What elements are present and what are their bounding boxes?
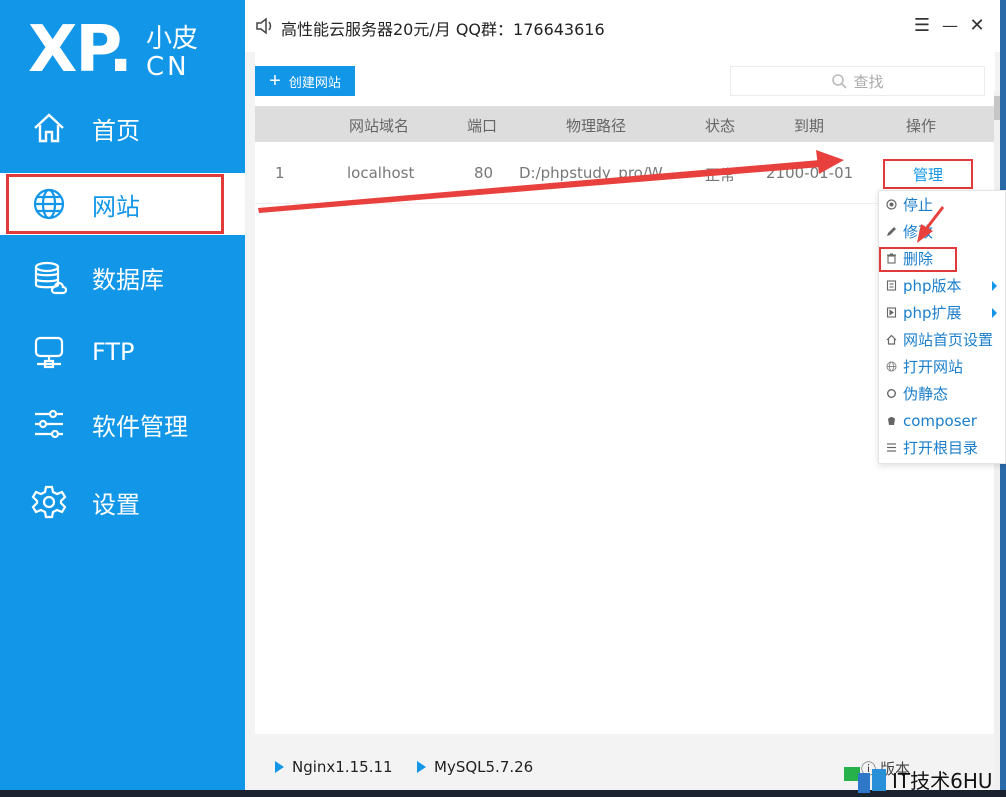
rewrite-icon bbox=[885, 388, 897, 400]
service-nginx[interactable]: Nginx1.15.11 bbox=[275, 758, 393, 776]
search-input[interactable]: 查找 bbox=[730, 66, 985, 96]
menu-item-stop[interactable]: 停止 bbox=[879, 191, 1005, 218]
menu-item-label: composer bbox=[903, 411, 977, 430]
sidebar-item-label: 软件管理 bbox=[92, 412, 188, 441]
sidebar: XP. 小皮 CN 首页 网站 数据库 FTP 软件管理 设置 bbox=[0, 0, 245, 790]
composer-icon bbox=[885, 415, 897, 427]
menu-item-label: 网站首页设置 bbox=[903, 331, 994, 349]
home-small-icon bbox=[885, 334, 897, 346]
menu-item-delete[interactable]: 删除 bbox=[879, 245, 1005, 272]
menu-button[interactable]: ☰ bbox=[911, 14, 933, 36]
row-status: 正常 bbox=[705, 166, 736, 184]
sidebar-item-software[interactable]: 软件管理 bbox=[0, 393, 245, 455]
logo-sub-bottom: CN bbox=[146, 52, 190, 82]
row-index: 1 bbox=[275, 164, 285, 182]
logo-main: XP. bbox=[28, 13, 133, 87]
row-domain: localhost bbox=[347, 164, 415, 182]
manage-dropdown-menu: 停止 修改 删除 php版本 php扩展 网站首页设置 打开网站 伪静态 com… bbox=[878, 190, 1006, 464]
sidebar-item-website[interactable]: 网站 bbox=[0, 173, 245, 235]
create-website-label: 创建网站 bbox=[288, 74, 341, 90]
logo-sub-top: 小皮 bbox=[146, 24, 199, 54]
database-icon bbox=[30, 258, 68, 296]
column-header: 端口 bbox=[467, 117, 498, 135]
play-icon bbox=[275, 761, 284, 773]
menu-item-label: php扩展 bbox=[903, 304, 962, 322]
play-icon bbox=[417, 761, 426, 773]
logo: XP. 小皮 CN bbox=[28, 14, 228, 86]
globe-icon bbox=[30, 185, 68, 223]
titlebar: 高性能云服务器20元/月 QQ群：176643616 ☰ — ✕ bbox=[245, 0, 1000, 52]
menu-item-php-extension[interactable]: php扩展 bbox=[879, 299, 1005, 326]
column-header: 物理路径 bbox=[566, 117, 627, 135]
sliders-icon bbox=[30, 405, 68, 443]
watermark: IT技术6HU bbox=[842, 762, 1006, 797]
row-expire: 2100-01-01 bbox=[766, 164, 854, 182]
sidebar-item-label: 数据库 bbox=[92, 265, 164, 294]
column-header: 网站域名 bbox=[349, 117, 410, 135]
service-mysql[interactable]: MySQL5.7.26 bbox=[417, 758, 533, 776]
menu-item-composer[interactable]: composer bbox=[879, 407, 1005, 434]
create-website-button[interactable]: + 创建网站 bbox=[255, 66, 355, 96]
watermark-logo-icon bbox=[842, 765, 890, 795]
php-version-icon bbox=[885, 280, 897, 292]
menu-item-open-website[interactable]: 打开网站 bbox=[879, 353, 1005, 380]
sidebar-item-home[interactable]: 首页 bbox=[0, 97, 245, 159]
column-header: 状态 bbox=[705, 117, 736, 135]
sidebar-item-label: 首页 bbox=[92, 116, 140, 145]
list-icon bbox=[885, 442, 897, 454]
table-header: 网站域名 端口 物理路径 状态 到期 操作 bbox=[255, 106, 995, 142]
menu-item-open-root[interactable]: 打开根目录 bbox=[879, 434, 1005, 461]
gear-icon bbox=[30, 483, 68, 521]
search-placeholder: 查找 bbox=[853, 72, 884, 91]
menu-item-rewrite[interactable]: 伪静态 bbox=[879, 380, 1005, 407]
menu-item-label: php版本 bbox=[903, 277, 962, 295]
menu-item-label: 修改 bbox=[903, 223, 934, 241]
edit-icon bbox=[885, 226, 897, 238]
app-window: XP. 小皮 CN 首页 网站 数据库 FTP 软件管理 设置 高性能云服务器2… bbox=[0, 0, 1000, 790]
sidebar-item-label: 网站 bbox=[92, 192, 140, 221]
close-button[interactable]: ✕ bbox=[966, 14, 988, 36]
plus-icon: + bbox=[269, 70, 281, 92]
service-label: MySQL5.7.26 bbox=[434, 758, 534, 776]
sidebar-item-database[interactable]: 数据库 bbox=[0, 246, 245, 308]
column-header: 操作 bbox=[906, 117, 937, 135]
submenu-arrow-icon bbox=[992, 308, 997, 318]
ad-banner-text[interactable]: 高性能云服务器20元/月 QQ群：176643616 bbox=[281, 16, 605, 40]
row-path: D:/phpstudy_pro/W bbox=[519, 164, 663, 182]
php-extension-icon bbox=[885, 307, 897, 319]
sidebar-item-label: FTP bbox=[92, 338, 135, 366]
web-icon bbox=[885, 361, 897, 373]
menu-item-label: 伪静态 bbox=[903, 385, 949, 403]
menu-item-label: 删除 bbox=[903, 250, 934, 268]
menu-item-label: 打开网站 bbox=[903, 358, 964, 376]
column-header: 到期 bbox=[794, 117, 825, 135]
menu-item-php-version[interactable]: php版本 bbox=[879, 272, 1005, 299]
ftp-icon bbox=[30, 333, 68, 371]
menu-item-homepage-settings[interactable]: 网站首页设置 bbox=[879, 326, 1005, 353]
sidebar-item-ftp[interactable]: FTP bbox=[0, 321, 245, 383]
speaker-icon bbox=[255, 17, 275, 35]
submenu-arrow-icon bbox=[992, 281, 997, 291]
menu-item-label: 打开根目录 bbox=[903, 439, 979, 457]
sidebar-item-settings[interactable]: 设置 bbox=[0, 471, 245, 533]
stop-icon bbox=[885, 199, 897, 211]
manage-button[interactable]: 管理 bbox=[883, 159, 973, 189]
minimize-button[interactable]: — bbox=[939, 14, 961, 36]
menu-item-label: 停止 bbox=[903, 196, 934, 214]
home-icon bbox=[30, 109, 68, 147]
watermark-text: IT技术6HU bbox=[892, 769, 993, 793]
sidebar-item-label: 设置 bbox=[92, 490, 140, 519]
menu-item-edit[interactable]: 修改 bbox=[879, 218, 1005, 245]
trash-icon bbox=[885, 253, 897, 265]
service-label: Nginx1.15.11 bbox=[292, 758, 393, 776]
row-port: 80 bbox=[474, 164, 494, 182]
search-icon bbox=[832, 74, 848, 89]
